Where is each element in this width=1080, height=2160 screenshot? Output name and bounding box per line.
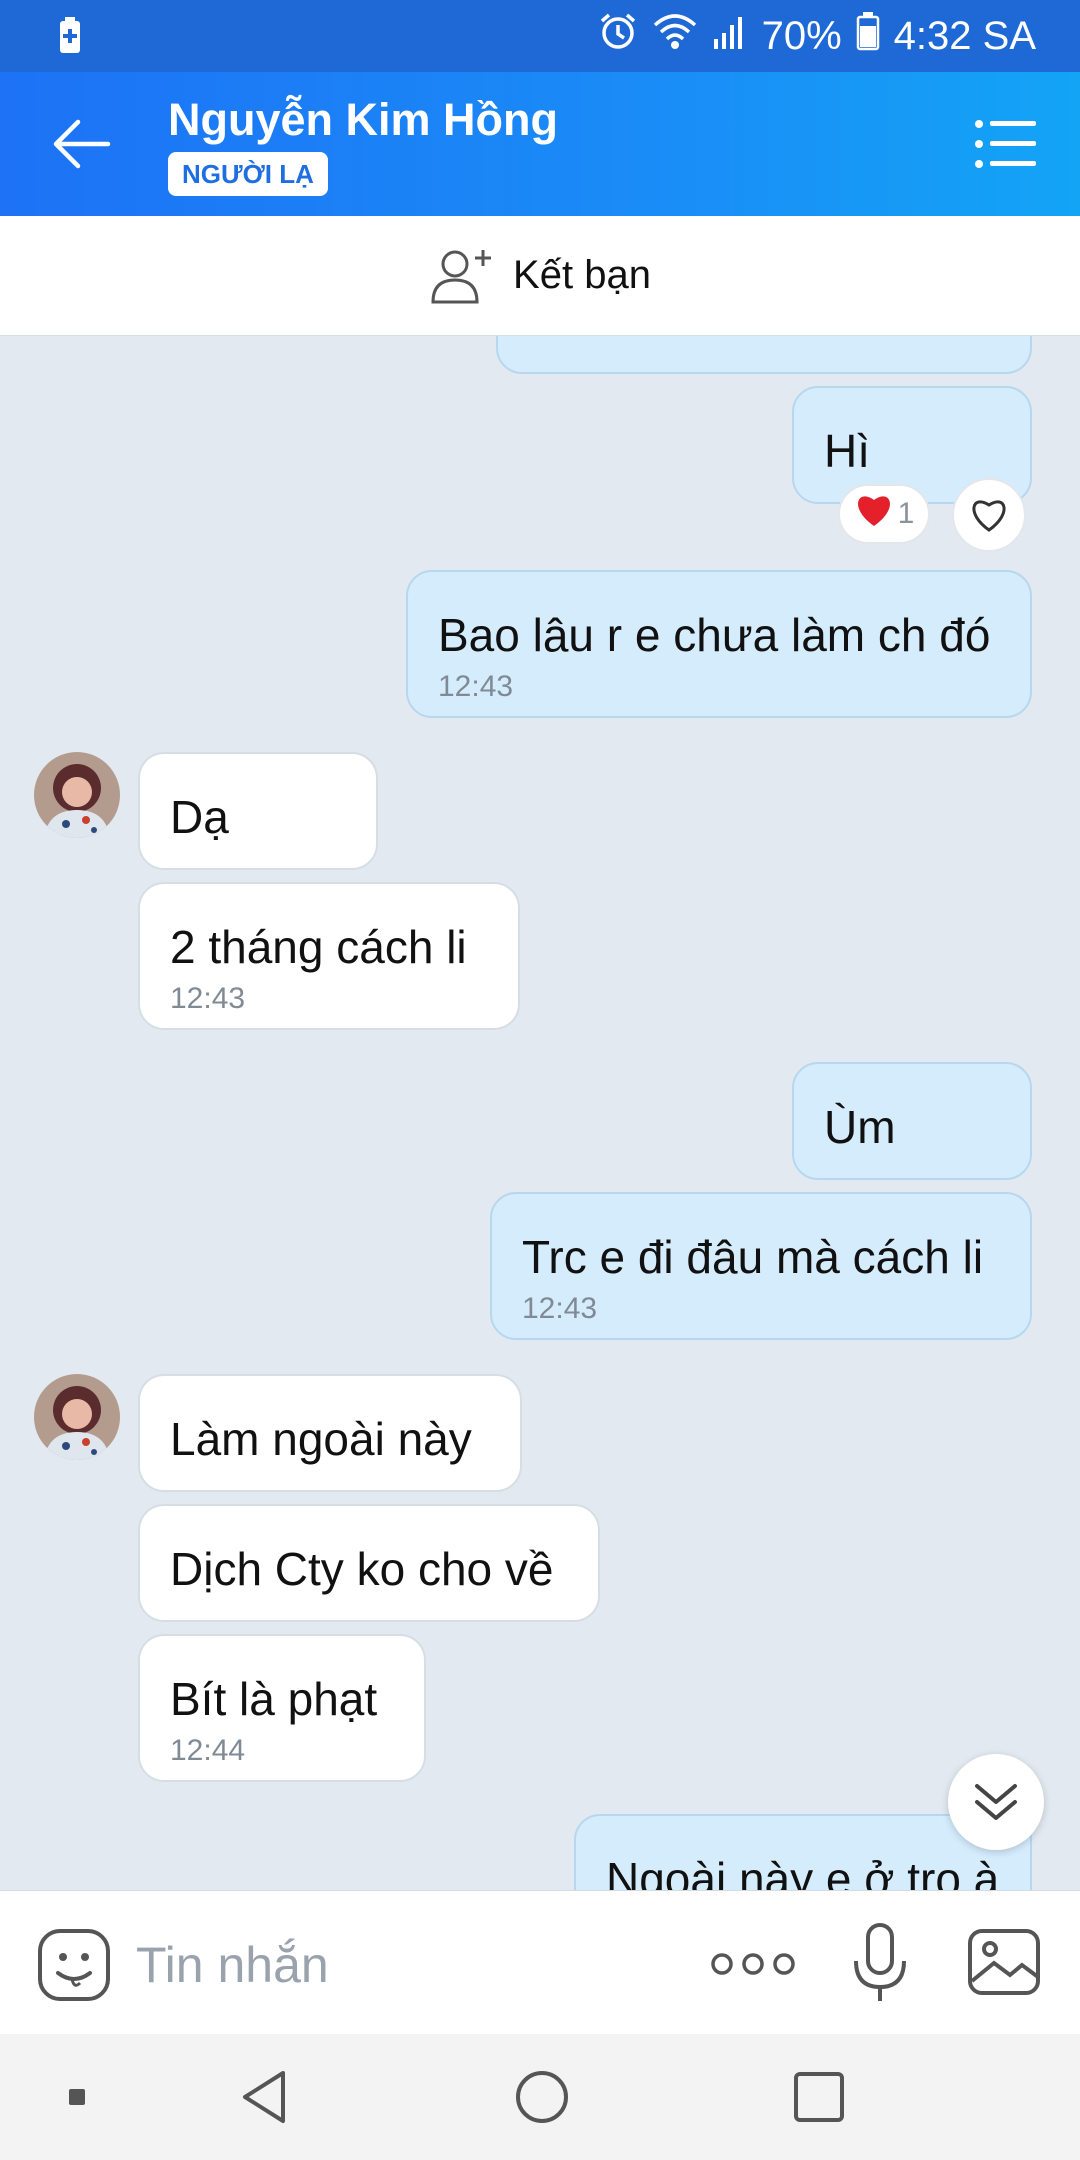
circle-home-icon bbox=[516, 2071, 568, 2123]
battery-icon bbox=[856, 11, 880, 61]
message-bubble-sent[interactable]: Trc e đi đâu mà cách li 12:43 bbox=[490, 1192, 1032, 1340]
nav-back-button[interactable] bbox=[232, 2064, 298, 2130]
microphone-icon bbox=[854, 1923, 906, 2001]
message-time: 12:43 bbox=[438, 670, 514, 703]
scroll-to-bottom-button[interactable] bbox=[948, 1754, 1044, 1850]
reaction-summary[interactable]: 1 bbox=[838, 484, 930, 544]
status-bar: 70% 4:32 SA bbox=[0, 0, 1080, 72]
chat-header: Nguyễn Kim Hồng NGƯỜI LẠ bbox=[0, 72, 1080, 216]
heart-outline-icon bbox=[972, 500, 1006, 532]
sticker-smile-icon bbox=[38, 1929, 110, 2001]
message-bubble-sent[interactable]: Bao lâu r e chưa làm ch đó 12:43 bbox=[406, 570, 1032, 718]
alarm-icon bbox=[598, 11, 638, 61]
image-icon bbox=[968, 1929, 1040, 1995]
double-chevron-down-icon bbox=[975, 1784, 1017, 1820]
avatar-image bbox=[34, 752, 120, 838]
message-bubble-received[interactable]: Làm ngoài này bbox=[138, 1374, 522, 1492]
message-text: Dạ bbox=[170, 791, 229, 843]
image-button[interactable] bbox=[966, 1927, 1042, 1997]
message-composer bbox=[0, 1890, 1080, 2034]
message-list[interactable]: Hì 1 Bao lâu r e chưa làm ch đó 12:43 Dạ bbox=[0, 336, 1080, 1890]
message-bubble-sent[interactable] bbox=[496, 336, 1032, 374]
stranger-badge: NGƯỜI LẠ bbox=[168, 152, 328, 196]
battery-saver-icon bbox=[56, 16, 84, 61]
battery-percent: 70% bbox=[761, 13, 842, 58]
nav-recents-button[interactable] bbox=[786, 2064, 852, 2130]
more-dots-icon bbox=[711, 1953, 795, 1975]
clock-time: 4:32 SA bbox=[893, 13, 1036, 58]
nav-home-button[interactable] bbox=[509, 2064, 575, 2130]
back-button[interactable] bbox=[50, 116, 114, 172]
contact-avatar[interactable] bbox=[34, 752, 120, 838]
message-text: Hì bbox=[824, 425, 870, 477]
voice-message-button[interactable] bbox=[850, 1921, 910, 2007]
nav-dot-icon bbox=[44, 2064, 110, 2130]
system-nav-bar bbox=[0, 2034, 1080, 2160]
contact-name[interactable]: Nguyễn Kim Hồng bbox=[168, 94, 558, 146]
contact-avatar[interactable] bbox=[34, 1374, 120, 1460]
message-text: Làm ngoài này bbox=[170, 1413, 472, 1465]
avatar-image bbox=[34, 1374, 120, 1460]
heart-reaction-icon bbox=[854, 492, 894, 536]
message-text: Bít là phạt bbox=[170, 1673, 378, 1725]
react-button[interactable] bbox=[952, 478, 1026, 552]
message-text: Ngoài này e ở tro à bbox=[606, 1853, 1000, 1890]
message-bubble-received[interactable]: 2 tháng cách li 12:43 bbox=[138, 882, 520, 1030]
message-time: 12:43 bbox=[170, 982, 246, 1015]
message-bubble-received[interactable]: Bít là phạt 12:44 bbox=[138, 1634, 426, 1782]
message-text: Trc e đi đâu mà cách li bbox=[522, 1231, 984, 1283]
list-menu-icon bbox=[975, 120, 1036, 168]
message-input[interactable] bbox=[136, 1927, 656, 2003]
square-recents-icon bbox=[794, 2072, 844, 2122]
triangle-back-icon bbox=[243, 2071, 285, 2123]
more-options-button[interactable] bbox=[710, 1941, 796, 1987]
message-time: 12:43 bbox=[522, 1292, 598, 1325]
add-friend-label: Kết bạn bbox=[513, 253, 651, 297]
message-text: 2 tháng cách li bbox=[170, 921, 467, 973]
message-text: Dịch Cty ko cho về bbox=[170, 1543, 554, 1595]
menu-button[interactable] bbox=[974, 118, 1038, 170]
message-bubble-sent[interactable]: Ùm bbox=[792, 1062, 1032, 1180]
message-text: Bao lâu r e chưa làm ch đó bbox=[438, 609, 991, 661]
message-time: 12:44 bbox=[170, 1734, 246, 1767]
message-bubble-received[interactable]: Dịch Cty ko cho về bbox=[138, 1504, 600, 1622]
add-friend-icon bbox=[431, 249, 492, 303]
message-bubble-received[interactable]: Dạ bbox=[138, 752, 378, 870]
emoji-button[interactable] bbox=[36, 1927, 112, 2003]
message-text: Ùm bbox=[824, 1101, 896, 1153]
arrow-left-icon bbox=[53, 119, 111, 169]
add-friend-bar[interactable]: Kết bạn bbox=[0, 216, 1080, 336]
signal-icon bbox=[712, 11, 748, 61]
reaction-count: 1 bbox=[897, 497, 915, 530]
wifi-icon bbox=[652, 11, 698, 61]
